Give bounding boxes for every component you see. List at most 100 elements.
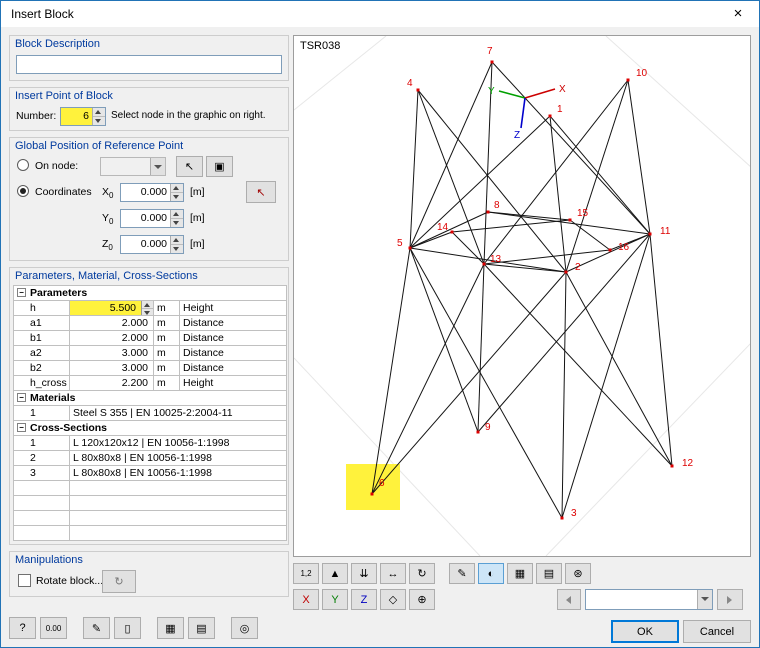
pencil-edit-button[interactable]: ✎ [449, 563, 475, 584]
param-value[interactable]: 5.500 [69, 300, 154, 316]
value-spinner[interactable] [141, 301, 153, 315]
block-library-button[interactable]: ▦ [157, 617, 184, 639]
node-dot[interactable] [486, 210, 490, 214]
node-dot[interactable] [648, 232, 652, 236]
member-line [477, 263, 485, 433]
node-label: 7 [487, 46, 493, 57]
next-block-button[interactable] [717, 589, 743, 610]
node-dot[interactable] [370, 492, 374, 496]
find-button[interactable]: ◎ [231, 617, 258, 639]
collapse-icon[interactable]: − [17, 393, 26, 402]
node-dot[interactable] [568, 218, 572, 222]
view-y-button[interactable]: Y [322, 589, 348, 610]
comment-button[interactable]: ✎ [83, 617, 110, 639]
node-dot[interactable] [416, 88, 420, 92]
title-bar: Insert Block × [1, 1, 759, 27]
view-z-icon: Z [360, 593, 368, 606]
param-value[interactable]: 2.000 [69, 330, 154, 346]
param-value[interactable] [68, 480, 288, 496]
table-row: b2 3.000 m Distance [13, 360, 288, 376]
node-dot[interactable] [476, 430, 480, 434]
param-value[interactable]: 2.200 [69, 375, 154, 391]
block-select-combo[interactable] [585, 589, 713, 610]
block-description-input[interactable] [16, 55, 282, 74]
param-value[interactable]: 3.000 [69, 360, 154, 376]
ok-button[interactable]: OK [611, 620, 679, 643]
rotate-block-checkbox[interactable] [18, 574, 31, 587]
param-value[interactable] [68, 495, 288, 511]
zoom-all-button[interactable]: ⊕ [409, 589, 435, 610]
node-dot[interactable] [450, 230, 454, 234]
param-value[interactable] [68, 510, 288, 526]
units-button[interactable]: 0.00 [40, 617, 67, 639]
coord-z-input[interactable]: 0.000 [120, 235, 184, 254]
param-value[interactable]: 2.000 [69, 315, 154, 331]
param-unit: m [153, 330, 180, 346]
node-dot[interactable] [490, 60, 494, 64]
param-value[interactable]: L 120x120x12 | EN 10056-1:1998 [68, 435, 288, 451]
grid-line [294, 357, 481, 556]
chevron-down-icon[interactable] [697, 590, 712, 609]
param-value[interactable]: Steel S 355 | EN 10025-2:2004-11 [68, 405, 288, 421]
close-icon[interactable]: × [718, 2, 758, 26]
cancel-button[interactable]: Cancel [683, 620, 751, 643]
node-dot[interactable] [560, 516, 564, 520]
chevron-down-icon[interactable] [150, 158, 165, 175]
coord-x-input[interactable]: 0.000 [120, 183, 184, 202]
render-mode-button[interactable]: ◐ [478, 563, 504, 584]
z-spinner[interactable] [170, 236, 183, 253]
node-label: 13 [490, 254, 502, 265]
display-settings-button[interactable]: ⊛ [565, 563, 591, 584]
param-value[interactable]: L 80x80x8 | EN 10056-1:1998 [68, 450, 288, 466]
number-spinner[interactable] [92, 108, 105, 125]
param-name: h_cross [13, 375, 70, 391]
coord-y-input[interactable]: 0.000 [120, 209, 184, 228]
pick-node-button[interactable]: ↖ [176, 156, 203, 177]
clipboard-button[interactable]: ▯ [114, 617, 141, 639]
member-line [409, 89, 419, 249]
prev-block-button[interactable] [557, 589, 581, 610]
view-x-button[interactable]: X [293, 589, 319, 610]
node-dot[interactable] [548, 114, 552, 118]
param-value[interactable]: 3.000 [69, 345, 154, 361]
node-label: 2 [575, 262, 581, 273]
y-spinner[interactable] [170, 210, 183, 227]
node-dot[interactable] [626, 78, 630, 82]
node-number-input[interactable]: 6 [60, 107, 106, 126]
node-dot[interactable] [608, 248, 612, 252]
coordinates-radio[interactable] [17, 185, 29, 197]
collapse-icon[interactable]: − [17, 288, 26, 297]
group-title: Insert Point of Block [15, 90, 113, 102]
graphic-area[interactable]: TSR038 X Y Z 1 2 3 4 5 6 7 8 9 10 11 12 13 14 15 16 [293, 35, 751, 557]
new-node-button[interactable]: ▣ [206, 156, 233, 177]
rotate-view-button[interactable]: ↻ [409, 563, 435, 584]
x-axis-label: X [559, 84, 566, 95]
node-dot[interactable] [482, 262, 486, 266]
graphic-toolbar-row1: 1,2 ▲ ⇊ ↔ ↻ ✎ ◐ ▦ ▤ ⊛ [293, 563, 591, 584]
on-node-radio[interactable] [17, 159, 29, 171]
rotate-block-button[interactable]: ↻ [102, 570, 136, 593]
pick-coordinates-button[interactable]: ↖ [246, 181, 276, 203]
isometric-view-button[interactable]: ◇ [380, 589, 406, 610]
on-node-combo[interactable] [100, 157, 166, 176]
dimension-display-button[interactable]: ↔ [380, 563, 406, 584]
collapse-icon[interactable]: − [17, 423, 26, 432]
param-value[interactable] [68, 525, 288, 541]
param-desc: Distance [178, 345, 288, 361]
load-display-button[interactable]: ⇊ [351, 563, 377, 584]
x-spinner[interactable] [170, 184, 183, 201]
param-value[interactable]: L 80x80x8 | EN 10056-1:1998 [68, 465, 288, 481]
node-dot[interactable] [564, 270, 568, 274]
view-z-button[interactable]: Z [351, 589, 377, 610]
support-display-button[interactable]: ▲ [322, 563, 348, 584]
param-name: 2 [13, 450, 70, 466]
print-button[interactable]: ▤ [536, 563, 562, 584]
section-header-row: − Materials [12, 390, 288, 406]
numbering-toggle-button[interactable]: 1,2 [293, 563, 319, 584]
block-save-button[interactable]: ▤ [188, 617, 215, 639]
help-button[interactable]: ? [9, 617, 36, 639]
wireframe-button[interactable]: ▦ [507, 563, 533, 584]
insert-block-dialog: Insert Block × Block Description Insert … [0, 0, 760, 648]
node-dot[interactable] [670, 464, 674, 468]
node-dot[interactable] [408, 246, 412, 250]
